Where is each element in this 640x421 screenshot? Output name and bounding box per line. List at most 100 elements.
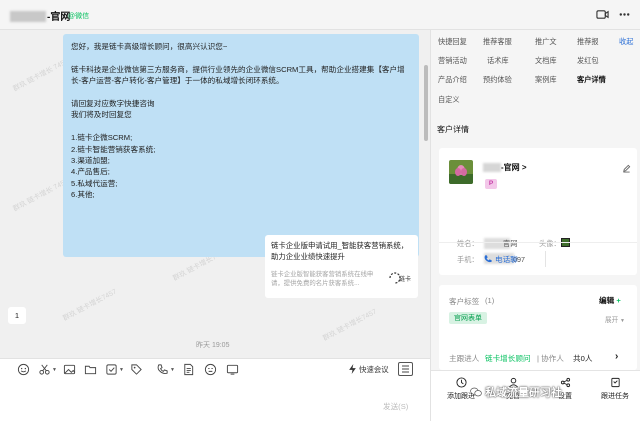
chat-source-tag: @微信: [68, 13, 90, 20]
redacted-name: [483, 163, 501, 172]
task-icon: [610, 377, 620, 388]
collapse-button[interactable]: 收起: [619, 37, 633, 47]
owner-label: 主跟进人: [449, 354, 480, 363]
customer-badge: P: [485, 179, 497, 189]
chat-scrollbar[interactable]: [424, 65, 428, 141]
phone-icon[interactable]: [156, 363, 169, 376]
message-line: 1.链卡企微SCRM;: [71, 133, 133, 143]
chat-title: -官网: [10, 8, 70, 23]
avatar[interactable]: [449, 160, 473, 184]
emoji-icon[interactable]: [17, 363, 30, 376]
history-icon: [402, 365, 409, 373]
logo-text: 链卡: [399, 275, 411, 283]
call-button[interactable]: 电话聊: [439, 242, 637, 275]
message-line: [71, 87, 411, 98]
tab-recommend-report[interactable]: 推荐报: [577, 37, 599, 47]
message-line: 2.链卡智能营销获客系统;: [71, 144, 156, 154]
tag-chip[interactable]: 官网表单: [449, 312, 487, 324]
chevron-down-icon[interactable]: ▼: [119, 367, 124, 373]
message-timestamp: 昨天 19:05: [196, 342, 230, 349]
tab-booking[interactable]: 预约体验: [483, 75, 512, 85]
plus-icon: +: [616, 296, 621, 305]
more-icon[interactable]: [618, 8, 631, 21]
collaborator-count: 共0人: [573, 354, 593, 363]
customer-tags-count: (1): [485, 296, 495, 305]
tab-recommend-service[interactable]: 推荐客服: [483, 37, 512, 47]
chevron-down-icon[interactable]: ▼: [52, 367, 57, 373]
message-bubble[interactable]: 您好，我是链卡高级增长顾问，很高兴认识您~ 链卡科技是企业微信第三方服务商，提供…: [63, 34, 419, 257]
quick-meeting-button[interactable]: 快速会议: [348, 364, 389, 375]
tag-icon[interactable]: [130, 363, 143, 376]
screen-icon[interactable]: [226, 363, 239, 376]
owner-row[interactable]: 主跟进人 链卡增长顾问 | 协作人 共0人 ›: [439, 348, 637, 368]
tab-marketing[interactable]: 营销活动: [438, 56, 467, 66]
chat-title-text: -官网: [47, 12, 71, 23]
message-line: 6.其他;: [71, 190, 95, 200]
customer-tags-label: 客户标签: [449, 297, 480, 306]
customer-name[interactable]: -官网 >: [501, 162, 527, 173]
message-composer[interactable]: ▼ ▼ ▼ 快速会议 发送(S): [0, 358, 430, 421]
tab-promo-article[interactable]: 推广文: [535, 37, 557, 47]
sidebar-panel: 快捷回复 推荐客服 推广文 推荐报 收起 营销活动 话术库 文档库 发红包 产品…: [430, 30, 640, 421]
message-line: 我们将及时回复您: [71, 110, 132, 120]
video-call-icon[interactable]: [596, 8, 609, 21]
chevron-down-icon: ▼: [620, 318, 625, 324]
section-title: 客户详情: [437, 125, 469, 134]
scissors-icon[interactable]: [38, 363, 51, 376]
followup-task-button[interactable]: 跟进任务: [595, 377, 635, 401]
chat-history-button[interactable]: [398, 362, 413, 376]
edit-tags-label: 编辑: [599, 296, 615, 305]
tab-customer-details[interactable]: 客户详情: [577, 75, 606, 85]
chevron-down-icon[interactable]: ▼: [170, 367, 175, 373]
message-line: 长-客户运营-客户转化-客户管理】于一体的私域增长闭环系统。: [71, 76, 284, 86]
edit-tags-button[interactable]: 编辑 +: [599, 295, 621, 306]
message-line: [71, 121, 411, 132]
link-card-title: 链卡企业版申请试用_智能获客营销系统，助力企业业绩快速提升: [271, 241, 409, 261]
link-card-description: 链卡企业版智能获客营销系统在线申请，提供免费的名片获客系统...: [271, 271, 374, 287]
chevron-right-icon: >: [521, 163, 527, 172]
sidebar-tabs: 快捷回复 推荐客服 推广文 推荐报 收起 营销活动 话术库 文档库 发红包 产品…: [431, 30, 640, 110]
redacted-name: [10, 11, 46, 22]
tab-cases[interactable]: 案例库: [535, 75, 557, 85]
link-card[interactable]: 链卡企业版申请试用_智能获客营销系统，助力企业业绩快速提升 链卡企业版智能获客营…: [265, 235, 418, 298]
doc-icon[interactable]: [182, 363, 195, 376]
image-icon[interactable]: [63, 363, 76, 376]
phone-icon: [484, 255, 492, 263]
wechat-icon: [470, 387, 482, 397]
message-line: [71, 52, 411, 63]
customer-profile-card: -官网 > P 姓名： 官网 头像： 手机： 097 电话聊: [439, 148, 637, 275]
chat-header: -官网 @微信: [0, 0, 640, 30]
message-line: 请回复对应数字快捷咨询: [71, 99, 155, 108]
account-watermark: 私域流量研习社: [470, 384, 562, 400]
tab-red-packet[interactable]: 发红包: [577, 56, 599, 66]
tab-custom[interactable]: 自定义: [438, 95, 460, 105]
tab-product-intro[interactable]: 产品介绍: [438, 75, 467, 85]
call-label: 电话聊: [495, 255, 518, 264]
tab-quick-reply[interactable]: 快捷回复: [438, 37, 467, 47]
expand-label: 展开: [605, 317, 619, 324]
folder-icon[interactable]: [84, 363, 97, 376]
customer-name-text: -官网: [501, 163, 520, 172]
message-line: 4.产品售后;: [71, 167, 110, 177]
link-card-logo: 链卡: [388, 271, 412, 285]
divider: [545, 251, 546, 267]
collaborator-label: | 协作人: [537, 354, 564, 363]
tab-documents[interactable]: 文档库: [535, 56, 557, 66]
chat-messages[interactable]: 群玖 链卡增长 7457 群玖 链卡增长 7457 群玖 链卡增长7457 群玖…: [0, 30, 430, 358]
chevron-right-icon: ›: [615, 351, 619, 362]
owner-value: 链卡增长顾问: [485, 354, 531, 363]
message-line: 3.渠道加盟;: [71, 156, 110, 166]
edit-icon[interactable]: [622, 164, 631, 173]
expand-button[interactable]: 展开 ▼: [605, 314, 625, 324]
watermark: 群玖 链卡增长7457: [322, 308, 378, 343]
tab-scripts[interactable]: 话术库: [487, 56, 509, 66]
lightning-icon: [349, 364, 356, 374]
message-line: 链卡科技是企业微信第三方服务商，提供行业领先的企业微信SCRM工具，帮助企业搭建…: [71, 64, 405, 74]
clock-icon: [455, 377, 467, 388]
checklist-icon[interactable]: [105, 363, 118, 376]
face-icon[interactable]: [204, 363, 217, 376]
reply-bubble[interactable]: 1: [8, 307, 26, 324]
send-button[interactable]: 发送(S): [383, 401, 408, 412]
watermark: 群玖 链卡增长 7457: [12, 177, 70, 213]
quick-meeting-label: 快速会议: [359, 365, 389, 374]
